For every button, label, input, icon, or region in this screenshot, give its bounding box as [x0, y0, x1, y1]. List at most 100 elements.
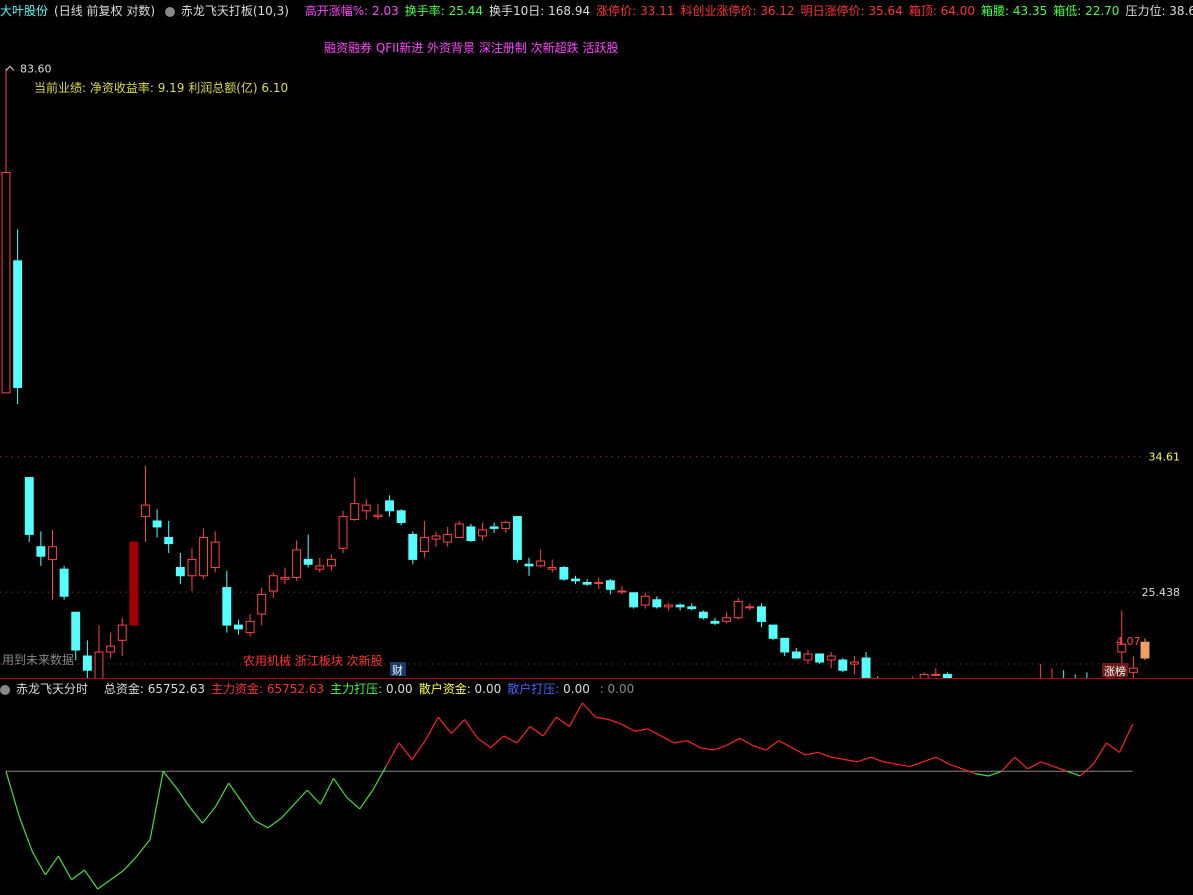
candle[interactable] [385, 495, 394, 517]
candle[interactable] [210, 531, 220, 573]
candle-body [571, 578, 580, 582]
candle[interactable] [199, 528, 209, 580]
candle[interactable] [698, 610, 708, 620]
dropdown-circle-icon[interactable] [164, 6, 175, 17]
candle[interactable] [536, 549, 546, 568]
candle[interactable] [1128, 656, 1138, 678]
fund-flow-segment [110, 869, 125, 881]
candle[interactable] [396, 509, 406, 526]
candle[interactable] [338, 510, 348, 554]
indicator-bar: 赤龙飞天分时 总资金: 65752.63 主力资金: 65752.63 主力打压: … [0, 679, 1193, 699]
candle[interactable] [1060, 670, 1068, 678]
candle[interactable] [268, 572, 278, 598]
candle[interactable] [524, 557, 534, 576]
candle-body [698, 611, 708, 619]
candle[interactable] [605, 579, 615, 595]
candle[interactable] [443, 526, 453, 547]
candle[interactable] [129, 541, 139, 626]
candle[interactable] [489, 522, 499, 533]
candle[interactable] [303, 534, 313, 568]
candle[interactable] [315, 557, 325, 573]
candle[interactable] [559, 565, 569, 581]
candle[interactable] [687, 603, 697, 611]
candle[interactable] [233, 619, 243, 635]
dropdown-circle-icon[interactable] [0, 684, 10, 695]
header-field-8: 箱低: [1053, 4, 1082, 18]
candle[interactable] [768, 624, 778, 641]
header-field-6: 箱顶: [908, 4, 937, 18]
candle[interactable] [791, 648, 801, 659]
candle[interactable] [722, 612, 732, 624]
candle[interactable] [117, 617, 127, 656]
candle[interactable] [326, 554, 336, 571]
candle[interactable] [454, 520, 464, 538]
candle[interactable] [187, 548, 197, 592]
fund-flow-segment [713, 744, 727, 751]
candle[interactable] [466, 523, 476, 543]
candle[interactable] [849, 656, 859, 675]
fund-flow-segment [975, 773, 989, 777]
candle[interactable] [501, 520, 511, 533]
candle[interactable] [408, 531, 418, 565]
candle[interactable] [222, 570, 232, 633]
candle[interactable] [652, 596, 662, 609]
candle[interactable] [175, 553, 185, 585]
candle[interactable] [931, 668, 941, 677]
stock-name[interactable]: 大叶股份 [0, 4, 48, 18]
candle[interactable] [826, 652, 836, 669]
candle[interactable] [571, 575, 580, 585]
candle[interactable] [664, 603, 673, 611]
candle[interactable] [1140, 638, 1150, 661]
candle[interactable] [780, 637, 790, 656]
candle[interactable] [838, 658, 848, 673]
indicator-field-0: 总资金: [103, 682, 144, 696]
candle[interactable] [257, 587, 267, 626]
candle[interactable] [547, 559, 557, 573]
candle[interactable] [94, 625, 104, 678]
candle[interactable] [1048, 668, 1056, 678]
candle[interactable] [745, 603, 755, 611]
candle[interactable] [1036, 664, 1044, 678]
candle[interactable] [478, 522, 487, 541]
candle[interactable] [815, 653, 825, 665]
candle[interactable] [1, 68, 11, 394]
candle[interactable] [512, 516, 522, 563]
candle[interactable] [803, 650, 813, 665]
candle[interactable] [292, 540, 302, 581]
candle[interactable] [733, 597, 743, 620]
candle[interactable] [36, 531, 46, 566]
candle[interactable] [82, 640, 92, 678]
candle[interactable] [24, 477, 34, 543]
candle[interactable] [594, 577, 604, 590]
candle[interactable] [419, 520, 429, 558]
candle[interactable] [710, 617, 720, 626]
fund-flow-segment [333, 777, 348, 798]
candle[interactable] [757, 603, 766, 627]
fund-flow-segment [280, 803, 295, 819]
candle[interactable] [582, 579, 592, 586]
candle[interactable] [675, 603, 685, 611]
candle[interactable] [48, 529, 57, 600]
candle[interactable] [431, 531, 441, 547]
candle[interactable] [617, 585, 627, 595]
candle[interactable] [59, 565, 69, 600]
candle[interactable] [152, 509, 162, 538]
candle[interactable] [861, 652, 871, 678]
candle[interactable] [350, 477, 360, 521]
candle[interactable] [640, 592, 650, 609]
candle[interactable] [629, 592, 639, 609]
fund-flow-segment [215, 782, 230, 807]
candle[interactable] [106, 632, 116, 659]
indicator-menu-2[interactable]: 赤龙飞天分时 [0, 682, 94, 696]
fund-flow-chart[interactable] [0, 699, 1193, 895]
fund-flow-segment [673, 740, 688, 744]
candle[interactable] [280, 567, 290, 585]
candle[interactable] [373, 503, 383, 520]
candle[interactable] [361, 499, 371, 520]
candle[interactable] [245, 614, 255, 637]
kline-chart[interactable]: 34.61 25.438 83.60← 22.70融资融券 QFII新进 外资背景… [0, 22, 1193, 678]
candle[interactable] [164, 520, 174, 554]
candle[interactable] [13, 229, 23, 405]
indicator-menu[interactable]: 赤龙飞天打板(10,3) [164, 4, 295, 18]
candle[interactable] [141, 465, 150, 543]
